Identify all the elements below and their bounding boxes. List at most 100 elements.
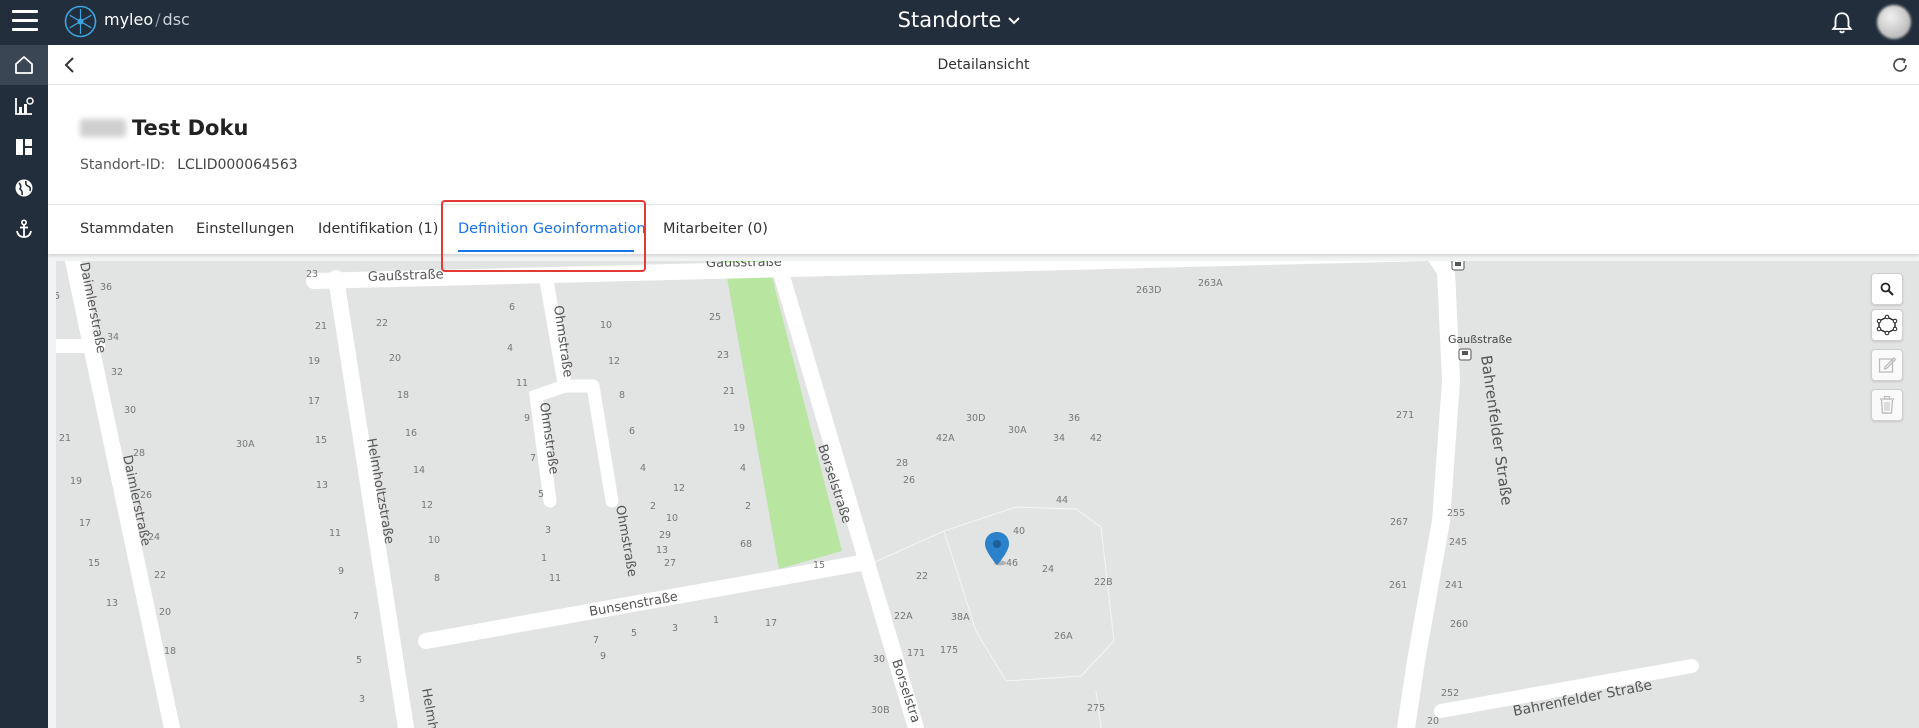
map-edit-button[interactable] xyxy=(1871,349,1903,381)
house-number: 28 xyxy=(896,458,908,469)
street-label: Gaußstraße xyxy=(706,261,782,271)
detail-header: Detailansicht xyxy=(48,45,1919,85)
house-number: 4 xyxy=(740,463,746,474)
house-number: 42A xyxy=(936,433,955,444)
house-number: 21 xyxy=(59,433,71,444)
house-number: 175 xyxy=(940,645,958,656)
tab-definition-geoinformation[interactable]: Definition Geoinformation xyxy=(458,221,646,237)
house-number: 20 xyxy=(1427,716,1439,727)
street-label: Borselstra xyxy=(888,658,923,725)
house-number: 8 xyxy=(434,573,440,584)
trash-icon xyxy=(1880,395,1894,414)
house-number: 40 xyxy=(1013,526,1025,537)
house-number: 24 xyxy=(1042,564,1054,575)
house-number: 10 xyxy=(600,320,612,331)
house-number: 23 xyxy=(306,269,318,280)
sidebar-item-dashboard[interactable] xyxy=(0,127,48,167)
house-number: 4 xyxy=(507,343,513,354)
house-number: 260 xyxy=(1450,619,1468,630)
location-name: Test Doku xyxy=(132,116,249,140)
map-canvas[interactable]: Gaußstraße Gaußstraße Ohmstraße Ohmstraß… xyxy=(56,261,1919,728)
location-info: Test Doku Standort-ID: LCLID000064563 xyxy=(48,85,1919,204)
house-number: 34 xyxy=(1053,433,1065,444)
house-number: 255 xyxy=(1447,508,1465,519)
house-number: 241 xyxy=(1445,580,1463,591)
house-number: 3 xyxy=(672,623,678,634)
house-number: 17 xyxy=(765,618,777,629)
house-number: 271 xyxy=(1396,410,1414,421)
myleo-logo-icon[interactable] xyxy=(64,5,97,38)
street-label: Helmh xyxy=(418,687,440,728)
edit-icon xyxy=(1878,357,1897,373)
map-view[interactable]: Gaußstraße Gaußstraße Ohmstraße Ohmstraß… xyxy=(56,261,1919,728)
sidebar-item-globe[interactable] xyxy=(0,168,48,208)
house-number: 46 xyxy=(1006,558,1018,569)
sidebar-item-home[interactable] xyxy=(0,45,48,85)
house-number: 13 xyxy=(656,545,668,556)
house-number: 5 xyxy=(538,489,544,500)
house-number: 30A xyxy=(1008,425,1027,436)
anchor-icon xyxy=(16,219,32,238)
map-draw-polygon-button[interactable] xyxy=(1871,309,1903,341)
house-number: 11 xyxy=(516,378,528,389)
house-number: 17 xyxy=(308,396,320,407)
brand-suffix: dsc xyxy=(162,10,190,29)
house-number: 16 xyxy=(405,428,417,439)
house-number: 19 xyxy=(308,356,320,367)
home-icon xyxy=(15,56,33,74)
house-number: 22 xyxy=(376,318,388,329)
search-icon xyxy=(1880,282,1894,296)
module-title: Standorte xyxy=(897,8,1002,32)
house-number: 10 xyxy=(666,513,678,524)
tab-mitarbeiter[interactable]: Mitarbeiter (0) xyxy=(663,221,768,237)
house-number: 26 xyxy=(903,475,915,486)
location-title: Test Doku xyxy=(80,116,248,140)
polygon-icon xyxy=(1876,314,1898,336)
house-number: 261 xyxy=(1389,580,1407,591)
street-label: Bahrenfelder Straße xyxy=(1477,354,1516,506)
house-number: 22B xyxy=(1094,577,1113,588)
map-search-button[interactable] xyxy=(1871,273,1903,305)
house-number: 3 xyxy=(545,525,551,536)
location-id-label: Standort-ID: xyxy=(80,157,166,173)
house-number: 18 xyxy=(164,646,176,657)
street-label: Ohmstraße xyxy=(612,504,639,578)
house-number: 3 xyxy=(359,694,365,705)
map-delete-button[interactable] xyxy=(1871,389,1903,421)
tab-einstellungen[interactable]: Einstellungen xyxy=(196,221,294,237)
house-number: 9 xyxy=(524,413,530,424)
house-number: 10 xyxy=(428,535,440,546)
location-id-row: Standort-ID: LCLID000064563 xyxy=(80,157,298,173)
house-number: 5 xyxy=(356,655,362,666)
tab-stammdaten[interactable]: Stammdaten xyxy=(80,221,174,237)
house-number: 263D xyxy=(1136,285,1161,296)
house-number: 20 xyxy=(389,353,401,364)
house-number: 15 xyxy=(88,558,100,569)
house-number: 25 xyxy=(709,312,721,323)
house-number: 19 xyxy=(70,476,82,487)
house-number: 8 xyxy=(746,539,752,550)
active-tab-indicator xyxy=(458,250,634,252)
bell-icon[interactable] xyxy=(1829,10,1855,36)
house-number: 252 xyxy=(1441,688,1459,699)
street-label: Bunsenstraße xyxy=(588,590,679,620)
house-number: 4 xyxy=(640,463,646,474)
house-number: 6 xyxy=(509,302,515,313)
sidebar-item-analytics[interactable] xyxy=(0,86,48,126)
hamburger-menu-icon[interactable] xyxy=(12,10,38,32)
house-number: 18 xyxy=(397,390,409,401)
house-number: 34 xyxy=(107,332,119,343)
house-number: 30A xyxy=(236,439,255,450)
house-number: 22 xyxy=(916,571,928,582)
tab-identifikation[interactable]: Identifikation (1) xyxy=(318,221,438,237)
house-number: 13 xyxy=(316,480,328,491)
module-title-dropdown[interactable]: Standorte xyxy=(898,8,1022,32)
house-number: 15 xyxy=(315,435,327,446)
house-number: 263A xyxy=(1198,278,1223,289)
refresh-icon[interactable] xyxy=(1891,56,1909,74)
house-number: 21 xyxy=(315,321,327,332)
house-number: 44 xyxy=(1056,495,1068,506)
user-avatar[interactable] xyxy=(1877,5,1911,39)
brand-name: myleo / dsc xyxy=(104,10,190,29)
sidebar-item-anchor[interactable] xyxy=(0,209,48,249)
